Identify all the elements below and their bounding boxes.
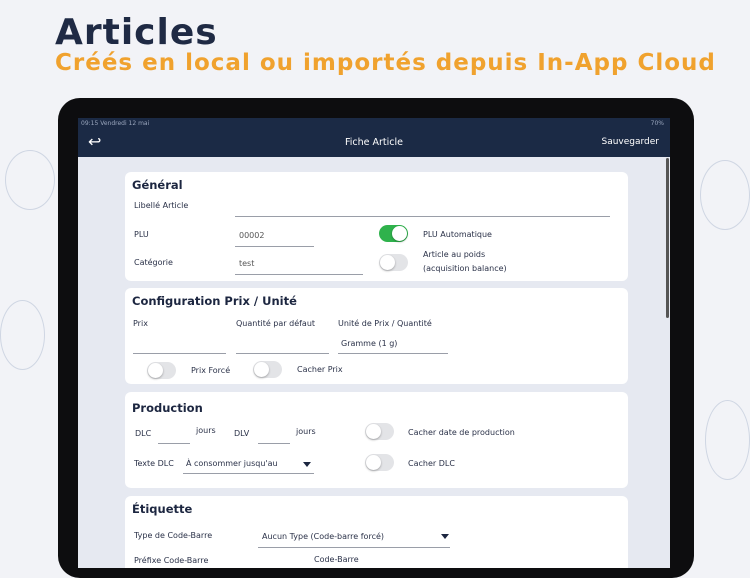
libelle-input[interactable] (235, 216, 610, 217)
cacher-prix-toggle[interactable] (253, 361, 282, 378)
plu-auto-label: PLU Automatique (423, 230, 492, 239)
prix-title: Configuration Prix / Unité (132, 294, 297, 308)
background-sketch (0, 300, 45, 370)
cacher-date-toggle[interactable] (365, 423, 394, 440)
prix-input[interactable] (133, 353, 226, 354)
type-code-barre-select[interactable]: Aucun Type (Code-barre forcé) (262, 532, 384, 541)
dlc-input[interactable] (158, 443, 190, 444)
cacher-dlc-label: Cacher DLC (408, 459, 455, 468)
quantite-input[interactable] (236, 353, 329, 354)
cacher-dlc-toggle[interactable] (365, 454, 394, 471)
page-subtitle: Créés en local ou importés depuis In-App… (55, 50, 716, 76)
type-code-barre-label: Type de Code-Barre (134, 531, 213, 540)
nav-title: Fiche Article (345, 137, 403, 148)
prix-force-toggle[interactable] (147, 362, 176, 379)
plu-label: PLU (134, 230, 149, 239)
save-button[interactable]: Sauvegarder (601, 137, 659, 147)
production-title: Production (132, 401, 203, 415)
dlv-unit: jours (296, 427, 316, 436)
code-barre-label: Code-Barre (314, 555, 359, 564)
dropdown-caret-icon (303, 462, 311, 467)
etiquette-card: Étiquette Type de Code-Barre Aucun Type … (125, 496, 628, 568)
status-time: 09:15 Vendredi 12 mai (81, 120, 150, 127)
dlc-label: DLC (135, 429, 152, 438)
type-code-barre-underline (258, 547, 450, 548)
poids-sublabel: (acquisition balance) (423, 264, 507, 273)
prefixe-label: Préfixe Code-Barre (134, 556, 209, 565)
dlv-input[interactable] (258, 443, 290, 444)
etiquette-title: Étiquette (132, 502, 193, 516)
texte-dlc-label: Texte DLC (134, 459, 174, 468)
poids-toggle[interactable] (379, 254, 408, 271)
tablet-screen: 09:15 Vendredi 12 mai 70% ↩ Fiche Articl… (78, 118, 670, 568)
background-sketch (705, 400, 750, 480)
categorie-input[interactable]: test (239, 259, 254, 268)
dropdown-caret-icon (441, 534, 449, 539)
background-sketch (700, 160, 750, 230)
poids-label: Article au poids (423, 250, 486, 259)
scrollbar[interactable] (666, 158, 669, 318)
prix-card: Configuration Prix / Unité Prix Quantité… (125, 288, 628, 384)
unite-underline (338, 353, 448, 354)
texte-dlc-underline (183, 473, 314, 474)
general-title: Général (132, 178, 183, 192)
categorie-label: Catégorie (134, 258, 173, 267)
plu-underline (235, 246, 314, 247)
quantite-label: Quantité par défaut (236, 319, 316, 328)
background-sketch (5, 150, 55, 210)
plu-input[interactable]: 00002 (239, 231, 264, 240)
prix-force-label: Prix Forcé (191, 366, 231, 375)
unite-label: Unité de Prix / Quantité (338, 319, 432, 328)
cacher-prix-label: Cacher Prix (297, 365, 343, 374)
texte-dlc-select[interactable]: À consommer jusqu'au (186, 459, 278, 468)
battery-level: 70% (650, 120, 664, 127)
categorie-underline (235, 274, 363, 275)
prix-label: Prix (133, 319, 148, 328)
general-card: Général Libellé Article PLU 00002 PLU Au… (125, 172, 628, 281)
production-card: Production DLC jours DLV jours Cacher da… (125, 392, 628, 488)
nav-bar: ↩ Fiche Article Sauvegarder (78, 129, 670, 157)
cacher-date-label: Cacher date de production (408, 428, 515, 437)
libelle-label: Libellé Article (134, 201, 189, 210)
page-title: Articles (55, 12, 218, 53)
plu-auto-toggle[interactable] (379, 225, 408, 242)
status-bar: 09:15 Vendredi 12 mai 70% (78, 118, 670, 129)
dlc-unit: jours (196, 426, 216, 435)
unite-select[interactable]: Gramme (1 g) (341, 339, 397, 348)
dlv-label: DLV (234, 429, 250, 438)
